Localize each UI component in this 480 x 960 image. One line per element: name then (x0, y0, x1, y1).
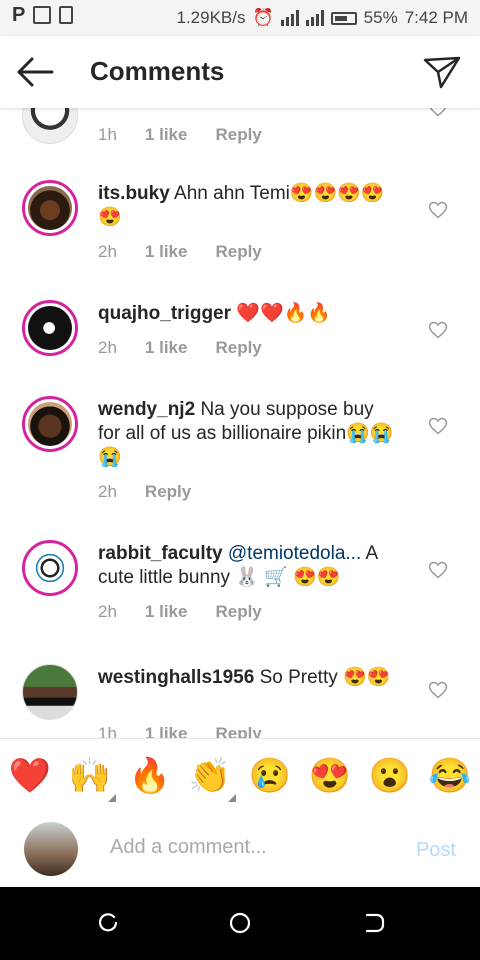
emoji-fire-button[interactable]: 🔥 (120, 756, 180, 796)
user-avatar (28, 546, 72, 590)
net-speed: 1.29KB/s (176, 8, 246, 27)
comment-time: 2h (98, 242, 117, 261)
comments-header: Comments (0, 36, 480, 108)
comment-username[interactable]: wendy_nj2 (98, 399, 195, 420)
comment-time: 2h (98, 482, 117, 501)
emoji-heart-button[interactable]: ❤️ (0, 756, 60, 796)
reply-button[interactable]: Reply (215, 125, 261, 145)
comments-list[interactable]: 1h 1 like Reply its.buky Ahn ahn Temi😍😍😍… (0, 108, 480, 738)
like-heart-icon[interactable] (428, 560, 448, 580)
user-avatar-story-ring[interactable] (22, 540, 78, 596)
page-title: Comments (90, 56, 225, 86)
direct-send-icon[interactable] (422, 54, 462, 90)
add-comment-bar: Post (0, 813, 480, 887)
comment-text: its.buky Ahn ahn Temi😍😍😍😍😍 (98, 182, 398, 230)
quick-emoji-bar: ❤️ 🙌 🔥 👏 😢 😍 😮 😂 (0, 738, 480, 814)
system-navigation-bar (0, 887, 480, 960)
skin-tone-indicator-icon (228, 794, 236, 802)
battery-level: 55% (363, 8, 398, 27)
mention-link[interactable]: @temiotedola... (228, 543, 361, 564)
current-user-avatar (24, 822, 78, 876)
like-heart-icon[interactable] (428, 200, 448, 220)
clock: 7:42 PM (404, 8, 468, 27)
home-icon[interactable] (228, 911, 252, 935)
download-notification-icon (59, 6, 74, 24)
reply-button[interactable]: Reply (215, 602, 261, 622)
comment-username[interactable]: quajho_trigger (98, 303, 231, 324)
signal-icon-2 (305, 10, 324, 26)
user-avatar-story-ring[interactable] (22, 396, 78, 452)
comment-time: 2h (98, 338, 117, 357)
like-count[interactable]: 1 like (145, 338, 188, 358)
skin-tone-indicator-icon (108, 794, 116, 802)
like-count[interactable]: 1 like (145, 724, 188, 738)
like-count[interactable]: 1 like (145, 125, 188, 145)
user-avatar-story-ring[interactable] (22, 180, 78, 236)
comment-username[interactable]: rabbit_faculty (98, 543, 223, 564)
recent-apps-icon[interactable] (96, 911, 120, 935)
comment-body: ❤️❤️🔥🔥 (236, 303, 331, 324)
like-count[interactable]: 1 like (145, 602, 188, 622)
emoji-heart-eyes-button[interactable]: 😍 (300, 756, 360, 796)
signal-icon (280, 10, 299, 26)
notification-icons: P (12, 4, 74, 26)
post-button[interactable]: Post (416, 839, 456, 862)
comment-input[interactable] (108, 835, 392, 860)
like-heart-icon[interactable] (428, 416, 448, 436)
comment-text: rabbit_faculty @temiotedola... A cute li… (98, 542, 398, 590)
back-icon[interactable] (362, 911, 386, 935)
user-avatar (28, 186, 72, 230)
comment-text: quajho_trigger ❤️❤️🔥🔥 (98, 302, 398, 326)
emoji-raised-hands-button[interactable]: 🙌 (60, 756, 120, 802)
user-avatar (28, 306, 72, 350)
reply-button[interactable]: Reply (215, 724, 261, 738)
comment-username[interactable]: its.buky (98, 183, 170, 204)
emoji-laughing-button[interactable]: 😂 (420, 756, 480, 796)
like-heart-icon[interactable] (428, 320, 448, 340)
user-avatar[interactable] (22, 108, 78, 144)
comment-time: 2h (98, 602, 117, 621)
like-heart-icon[interactable] (428, 108, 448, 118)
comment-time: 1h (98, 125, 117, 144)
image-notification-icon (33, 6, 52, 24)
user-avatar (28, 402, 72, 446)
comment-text: wendy_nj2 Na you suppose buy for all of … (98, 398, 398, 470)
back-arrow-icon[interactable] (14, 54, 58, 90)
reply-button[interactable]: Reply (145, 482, 191, 502)
battery-icon (330, 11, 357, 25)
like-count[interactable]: 1 like (145, 242, 188, 262)
like-heart-icon[interactable] (428, 680, 448, 700)
user-avatar[interactable] (22, 664, 78, 720)
user-avatar-story-ring[interactable] (22, 300, 78, 356)
reply-button[interactable]: Reply (215, 242, 261, 262)
comment-text: westinghalls1956 So Pretty 😍😍 (98, 666, 398, 690)
comment-body: So Pretty 😍😍 (259, 667, 391, 688)
status-bar: P 1.29KB/s ⏰ 55% 7:42 PM (0, 0, 480, 36)
emoji-clap-button[interactable]: 👏 (180, 756, 240, 802)
comment-username[interactable]: westinghalls1956 (98, 667, 254, 688)
emoji-crying-button[interactable]: 😢 (240, 756, 300, 796)
reply-button[interactable]: Reply (215, 338, 261, 358)
emoji-surprised-button[interactable]: 😮 (360, 756, 420, 796)
comment-time: 1h (98, 724, 117, 738)
app-notification-icon: P (12, 4, 26, 26)
alarm-icon: ⏰ (252, 8, 274, 27)
